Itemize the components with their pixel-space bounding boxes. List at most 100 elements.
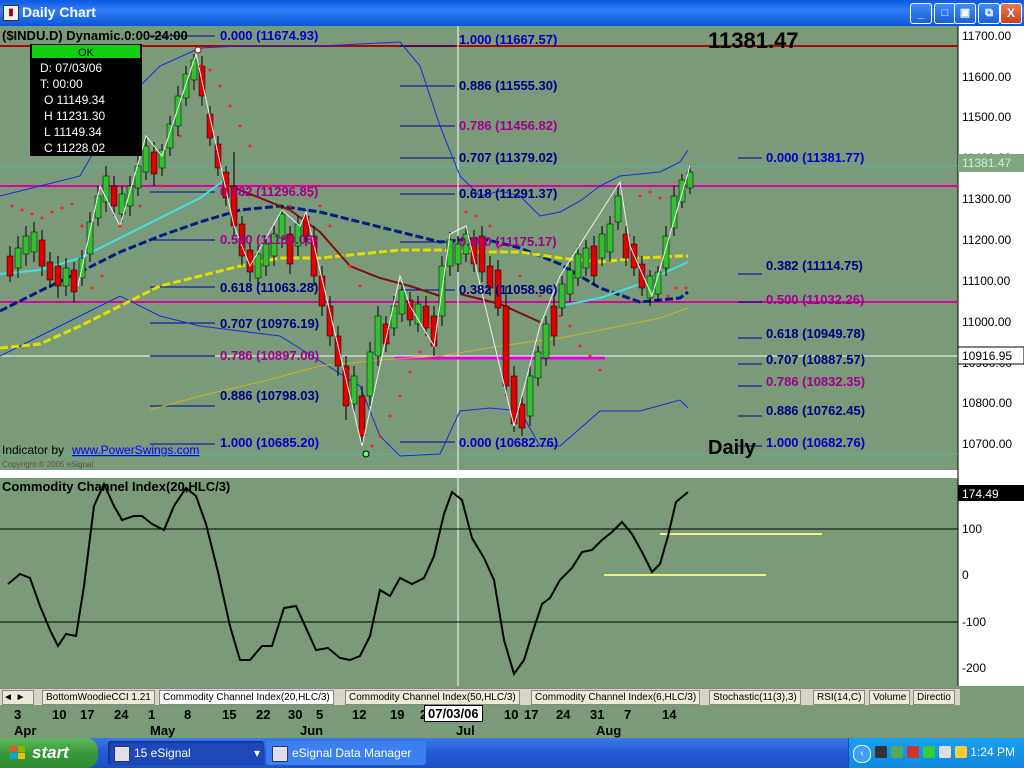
taskbar-esignal-group[interactable]: 15 eSignal ▾ (108, 741, 264, 765)
month-apr: Apr (14, 723, 37, 738)
cursor-price-label: 10916.95 (962, 349, 1012, 363)
minimize-button[interactable]: _ (910, 3, 932, 24)
taskbar: start 15 eSignal ▾ eSignal Data Manager … (0, 738, 1024, 768)
current-price-label: 11381.47 (962, 156, 1011, 170)
svg-text:0.000 (11381.77): 0.000 (11381.77) (766, 150, 864, 165)
svg-text:11100.00: 11100.00 (962, 274, 1011, 288)
date-tick-label: 1 (148, 707, 156, 722)
swing-high-marker (194, 46, 202, 54)
tab-volume[interactable]: Volume (869, 690, 911, 705)
clock: 1:24 PM (970, 745, 1015, 759)
date-axis: 3101724181522305121926310172431714 Apr M… (0, 705, 960, 738)
svg-text:1.000 (10682.76): 1.000 (10682.76) (766, 435, 865, 450)
svg-text:0.707 (11379.02): 0.707 (11379.02) (459, 150, 557, 165)
svg-text:T: 00:00: T: 00:00 (40, 77, 83, 91)
svg-text:0.786 (10897.00): 0.786 (10897.00) (220, 348, 319, 363)
date-tick-label: 24 (114, 707, 129, 722)
tab-stochastic[interactable]: Stochastic(11(3),3) (709, 690, 801, 705)
tab-direction[interactable]: Directio (913, 690, 955, 705)
date-tick-label: 17 (524, 707, 539, 722)
printer-icon[interactable] (875, 746, 887, 758)
tab-cci-20[interactable]: Commodity Channel Index(20,HLC/3) (159, 690, 334, 705)
svg-text:0: 0 (962, 568, 969, 582)
security-icon[interactable] (907, 746, 919, 758)
svg-text:0.886 (11555.30): 0.886 (11555.30) (459, 78, 557, 93)
svg-text:0.618 (11291.37): 0.618 (11291.37) (459, 186, 557, 201)
close-button[interactable]: X (1000, 3, 1022, 24)
indicator-by: Indicator by (2, 443, 64, 457)
cci-title: Commodity Channel Index(20,HLC/3) (2, 479, 230, 494)
svg-text:10700.00: 10700.00 (962, 437, 1012, 451)
restore-button[interactable]: □ (934, 3, 956, 24)
tray-expand-icon[interactable]: ‹ (853, 745, 871, 763)
date-tick-label: 31 (590, 707, 605, 722)
restore-inner-button[interactable]: ⧉ (978, 3, 1000, 24)
sync-icon[interactable] (923, 746, 935, 758)
maximize-button[interactable]: ▣ (954, 3, 976, 24)
svg-text:1.000 (11667.57): 1.000 (11667.57) (459, 32, 557, 47)
date-tick-label: 17 (80, 707, 95, 722)
network-icon[interactable] (891, 746, 903, 758)
shield-icon[interactable] (955, 746, 967, 758)
window-titlebar: ▮ Daily Chart _ □ ▣ ⧉ X (0, 0, 1024, 26)
date-tick-label: 3 (14, 707, 22, 722)
windows-logo-icon (10, 746, 25, 759)
copyright: Copyright © 2005 eSignal (2, 460, 94, 469)
data-window-status: OK (78, 47, 95, 59)
last-price-big: 11381.47 (708, 28, 799, 53)
start-button[interactable]: start (0, 738, 98, 768)
start-label: start (32, 743, 69, 762)
swing-low-marker (362, 450, 370, 458)
chart-canvas[interactable]: ($INDU.D) Dynamic.0:00-24:00 11381.47 Da… (0, 26, 1024, 686)
date-tick-label: 8 (184, 707, 192, 722)
symbol-header: ($INDU.D) Dynamic.0:00-24:00 (2, 28, 188, 43)
svg-text:-100: -100 (962, 615, 986, 629)
svg-text:0.000 (11674.93): 0.000 (11674.93) (220, 28, 318, 43)
svg-text:11600.00: 11600.00 (962, 70, 1011, 84)
svg-text:0.382 (11296.85): 0.382 (11296.85) (220, 184, 318, 199)
cci-axis-bg (958, 478, 1024, 686)
cci-panel-bg (0, 478, 958, 686)
svg-text:0.707 (10976.19): 0.707 (10976.19) (220, 316, 319, 331)
tab-rsi[interactable]: RSI(14,C) (813, 690, 866, 705)
svg-text:0.786 (11456.82): 0.786 (11456.82) (459, 118, 557, 133)
chart-window-icon[interactable]: ▮ (3, 5, 19, 21)
svg-text:11000.00: 11000.00 (962, 315, 1011, 329)
panel-separator (0, 470, 1024, 478)
cursor-date-label: 07/03/06 (424, 705, 483, 722)
data-window: OK D: 07/03/06 T: 00:00 O 11149.34 H 112… (30, 44, 142, 156)
indicator-link[interactable]: www.PowerSwings.com (71, 443, 199, 457)
svg-text:0.500 (11180.06): 0.500 (11180.06) (220, 232, 318, 247)
svg-text:10800.00: 10800.00 (962, 396, 1012, 410)
date-tick-label: 30 (288, 707, 303, 722)
taskbar-data-manager[interactable]: eSignal Data Manager (266, 741, 426, 765)
svg-text:L 11149.34: L 11149.34 (44, 125, 102, 139)
tab-cci-50[interactable]: Commodity Channel Index(50,HLC/3) (345, 690, 520, 705)
tab-scroll-arrows[interactable]: ◄ ► (2, 690, 34, 705)
window-title: Daily Chart (22, 4, 96, 20)
tab-bottomwoodiecci[interactable]: BottomWoodieCCI 1.21 (42, 690, 155, 705)
svg-text:11300.00: 11300.00 (962, 192, 1011, 206)
svg-text:H 11231.30: H 11231.30 (44, 109, 105, 123)
svg-text:11500.00: 11500.00 (962, 110, 1011, 124)
cci-value-label: 174.49 (962, 487, 999, 501)
date-tick-label: 19 (390, 707, 405, 722)
tab-cci-6[interactable]: Commodity Channel Index(6,HLC/3) (531, 690, 701, 705)
svg-text:0.500 (11032.26): 0.500 (11032.26) (766, 292, 864, 307)
svg-text:0.382 (11058.96): 0.382 (11058.96) (459, 282, 557, 297)
indicator-tabs: ◄ ► BottomWoodieCCI 1.21 Commodity Chann… (0, 688, 960, 705)
volume-icon[interactable] (939, 746, 951, 758)
date-tick-label: 5 (316, 707, 324, 722)
data-manager-icon (272, 746, 288, 762)
svg-text:O 11149.34: O 11149.34 (44, 93, 105, 107)
svg-text:C 11228.02: C 11228.02 (44, 141, 105, 155)
date-tick-label: 12 (352, 707, 367, 722)
month-aug: Aug (596, 723, 622, 738)
svg-text:0.707 (10887.57): 0.707 (10887.57) (766, 352, 865, 367)
svg-text:11200.00: 11200.00 (962, 233, 1011, 247)
chart-area[interactable]: ($INDU.D) Dynamic.0:00-24:00 11381.47 Da… (0, 26, 1024, 686)
svg-text:100: 100 (962, 522, 982, 536)
svg-text:11700.00: 11700.00 (962, 29, 1011, 43)
esignal-icon (114, 746, 130, 762)
svg-text:0.786 (10832.35): 0.786 (10832.35) (766, 374, 865, 389)
